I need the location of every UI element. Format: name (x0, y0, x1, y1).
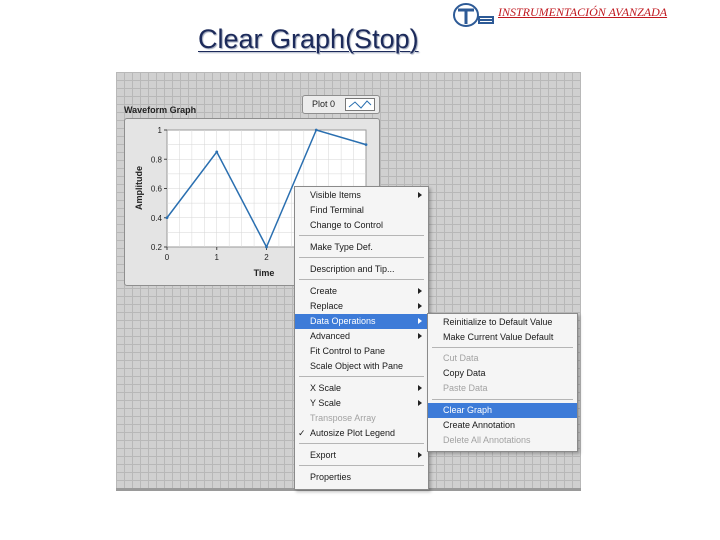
submenu-item-make-current-value-default[interactable]: Make Current Value Default (428, 330, 577, 345)
menu-item-data-operations[interactable]: Data Operations (295, 314, 428, 329)
menu-item-description-and-tip[interactable]: Description and Tip... (295, 262, 428, 277)
submenu-item-copy-data[interactable]: Copy Data (428, 366, 577, 381)
menu-item-replace[interactable]: Replace (295, 299, 428, 314)
menu-item-find-terminal[interactable]: Find Terminal (295, 203, 428, 218)
menu-item-label: Export (310, 450, 337, 460)
menu-separator (432, 399, 573, 400)
menu-item-advanced[interactable]: Advanced (295, 329, 428, 344)
x-tick-label: 1 (215, 253, 220, 262)
submenu-item-label: Delete All Annotations (443, 435, 531, 445)
menu-item-visible-items[interactable]: Visible Items (295, 188, 428, 203)
submenu-item-reinitialize-to-default-value[interactable]: Reinitialize to Default Value (428, 315, 577, 330)
menu-item-label: Data Operations (310, 316, 376, 326)
y-tick-label: 0.6 (151, 185, 163, 194)
menu-item-autosize-plot-legend[interactable]: ✓ Autosize Plot Legend (295, 426, 428, 441)
x-tick-label: 0 (165, 253, 170, 262)
graph-title: Waveform Graph (124, 105, 197, 115)
submenu-item-create-annotation[interactable]: Create Annotation (428, 418, 577, 433)
menu-item-label: Replace (310, 301, 344, 311)
submenu-arrow-icon (418, 385, 422, 391)
menu-separator (299, 235, 424, 236)
submenu-item-label: Make Current Value Default (443, 332, 554, 342)
submenu-item-cut-data: Cut Data (428, 351, 577, 366)
menu-item-label: Properties (310, 472, 352, 482)
submenu-arrow-icon (418, 318, 422, 324)
menu-item-label: X Scale (310, 383, 342, 393)
submenu-arrow-icon (418, 452, 422, 458)
legend-label: Plot 0 (312, 99, 336, 109)
submenu-arrow-icon (418, 400, 422, 406)
x-tick-label: 2 (264, 253, 269, 262)
y-tick-label: 0.8 (151, 155, 163, 164)
submenu-item-delete-all-annotations: Delete All Annotations (428, 433, 577, 448)
menu-item-label: Fit Control to Pane (310, 346, 386, 356)
menu-item-make-type-def[interactable]: Make Type Def. (295, 240, 428, 255)
menu-item-x-scale[interactable]: X Scale (295, 381, 428, 396)
menu-item-transpose-array: Transpose Array (295, 411, 428, 426)
data-point (165, 216, 169, 220)
data-point (364, 143, 368, 147)
data-operations-submenu: Reinitialize to Default Value Make Curren… (427, 313, 578, 452)
menu-item-label: Make Type Def. (310, 242, 373, 252)
data-point (314, 128, 318, 132)
submenu-item-label: Copy Data (443, 368, 486, 378)
menu-separator (299, 279, 424, 280)
menu-item-label: Advanced (310, 331, 351, 341)
submenu-item-clear-graph[interactable]: Clear Graph (428, 403, 577, 418)
submenu-item-label: Cut Data (443, 353, 479, 363)
y-tick-label: 1 (158, 126, 163, 135)
submenu-item-label: Reinitialize to Default Value (443, 317, 553, 327)
submenu-item-label: Clear Graph (443, 405, 493, 415)
x-axis-label: Time (254, 268, 275, 278)
y-axis-label: Amplitude (134, 166, 144, 210)
submenu-item-paste-data: Paste Data (428, 381, 577, 396)
context-menu: Visible Items Find Terminal Change to Cont… (294, 186, 429, 490)
submenu-item-label: Create Annotation (443, 420, 516, 430)
y-tick-label: 0.4 (151, 214, 163, 223)
menu-item-label: Y Scale (310, 398, 341, 408)
menu-separator (299, 376, 424, 377)
menu-item-label: Autosize Plot Legend (310, 428, 396, 438)
submenu-item-label: Paste Data (443, 383, 488, 393)
menu-item-label: Transpose Array (310, 413, 376, 423)
menu-separator (299, 443, 424, 444)
plot-legend[interactable]: Plot 0 (302, 95, 380, 114)
slide-title: Clear Graph(Stop) (198, 24, 419, 54)
menu-item-label: Create (310, 286, 338, 296)
data-point (265, 245, 268, 249)
menu-item-scale-object-with-pane[interactable]: Scale Object with Pane (295, 359, 428, 374)
menu-item-label: Description and Tip... (310, 264, 395, 274)
menu-item-fit-control-to-pane[interactable]: Fit Control to Pane (295, 344, 428, 359)
menu-item-label: Change to Control (310, 220, 384, 230)
menu-item-export[interactable]: Export (295, 448, 428, 463)
menu-item-label: Find Terminal (310, 205, 364, 215)
plot-line-swatch-icon (345, 98, 375, 111)
brand-title: INSTRUMENTACIÓN AVANZADA (498, 5, 668, 19)
submenu-arrow-icon (418, 192, 422, 198)
menu-item-properties[interactable]: Properties (295, 470, 428, 485)
submenu-arrow-icon (418, 288, 422, 294)
menu-item-label: Visible Items (310, 190, 361, 200)
menu-separator (299, 257, 424, 258)
menu-item-create[interactable]: Create (295, 284, 428, 299)
menu-item-change-to-control[interactable]: Change to Control (295, 218, 428, 233)
data-point (215, 150, 219, 154)
menu-separator (432, 347, 573, 348)
menu-item-label: Scale Object with Pane (310, 361, 404, 371)
submenu-arrow-icon (418, 333, 422, 339)
menu-item-y-scale[interactable]: Y Scale (295, 396, 428, 411)
tec-logo-icon (453, 3, 494, 27)
menu-separator (299, 465, 424, 466)
y-tick-label: 0.2 (151, 243, 163, 252)
checkmark-icon: ✓ (298, 428, 306, 438)
submenu-arrow-icon (418, 303, 422, 309)
